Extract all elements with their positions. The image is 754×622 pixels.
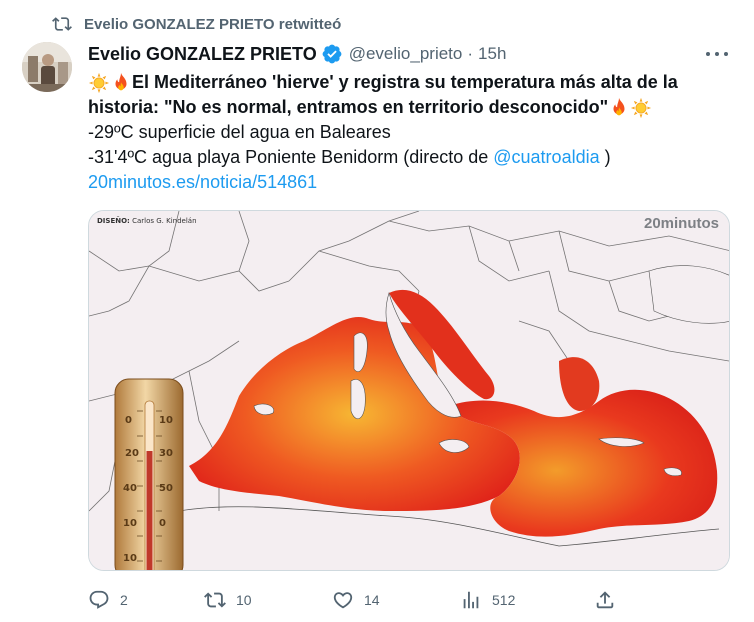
text-line-4: -31'4ºC agua playa Poniente Benidorm (di…	[88, 145, 728, 170]
author-name[interactable]: Evelio GONZALEZ PRIETO	[88, 44, 317, 65]
retweet-icon	[204, 592, 226, 608]
heart-icon	[333, 592, 353, 609]
views-icon	[463, 591, 479, 609]
verified-badge-icon[interactable]	[321, 43, 343, 65]
headline-line-1: El Mediterráneo 'hierve' y registra su t…	[88, 70, 728, 95]
image-credit: DISEÑO: Carlos G. Kindelán	[97, 217, 197, 225]
views-count: 512	[492, 592, 516, 608]
more-icon[interactable]	[706, 46, 728, 62]
thermometer-graphic: 0 10 20 30 40 50 10 0 10	[114, 378, 184, 570]
text-line-4-end: )	[599, 147, 611, 167]
mediterranean-heat-map: 0 10 20 30 40 50 10 0 10	[89, 211, 729, 570]
thermo-label-7: 10	[123, 518, 137, 529]
reply-count: 2	[120, 592, 128, 608]
sun-emoji-icon	[88, 72, 110, 93]
avatar-image	[22, 42, 72, 92]
retweet-context-text: Evelio GONZALEZ PRIETO retwitteó	[84, 15, 342, 33]
share-button[interactable]	[594, 589, 616, 611]
thermo-label-4: 30	[159, 448, 173, 459]
tweet-body: El Mediterráneo 'hierve' y registra su t…	[88, 70, 728, 195]
views-button[interactable]: 512	[460, 589, 515, 611]
thermo-label-9: 10	[123, 553, 137, 564]
tweet-media-image[interactable]: 0 10 20 30 40 50 10 0 10 DISEÑO: Carlos …	[88, 210, 730, 571]
thermo-label-1: 0	[125, 415, 132, 426]
retweet-icon	[52, 17, 72, 31]
headline-text-1: El Mediterráneo 'hierve' y registra su t…	[132, 72, 678, 92]
reply-icon	[89, 590, 109, 609]
fire-emoji-icon	[613, 97, 625, 115]
timestamp[interactable]: 15h	[478, 44, 506, 64]
sun-emoji-icon	[631, 97, 652, 118]
retweet-button[interactable]: 10	[204, 589, 252, 611]
avatar[interactable]	[22, 42, 72, 92]
share-icon	[596, 591, 614, 609]
headline-line-2: historia: "No es normal, entramos en ter…	[88, 95, 728, 120]
separator-dot: ·	[467, 44, 474, 63]
author-handle[interactable]: @evelio_prieto	[349, 44, 463, 64]
url-line: 20minutos.es/noticia/514861	[88, 170, 728, 195]
text-line-4-start: -31'4ºC agua playa Poniente Benidorm (di…	[88, 147, 494, 167]
fire-emoji-icon	[115, 72, 127, 90]
like-count: 14	[364, 592, 380, 608]
mention-link[interactable]: @cuatroaldia	[493, 147, 599, 167]
tweet-header: Evelio GONZALEZ PRIETO @evelio_prieto · …	[88, 42, 734, 66]
headline-text-2: historia: "No es normal, entramos en ter…	[88, 97, 609, 117]
article-link[interactable]: 20minutos.es/noticia/514861	[88, 172, 317, 192]
thermo-label-8: 0	[159, 518, 166, 529]
tweet-actions: 2 10 14 512	[88, 586, 728, 614]
thermo-label-2: 10	[159, 415, 173, 426]
text-line-3: -29ºC superficie del agua en Baleares	[88, 122, 391, 142]
thermo-label-5: 40	[123, 483, 137, 494]
retweet-context[interactable]: Evelio GONZALEZ PRIETO retwitteó	[52, 14, 341, 34]
like-button[interactable]: 14	[332, 589, 380, 611]
retweet-count: 10	[236, 592, 252, 608]
thermo-label-6: 50	[159, 483, 173, 494]
thermo-label-3: 20	[125, 448, 139, 459]
reply-button[interactable]: 2	[88, 589, 128, 611]
brand-watermark: 20minutos	[643, 215, 719, 232]
